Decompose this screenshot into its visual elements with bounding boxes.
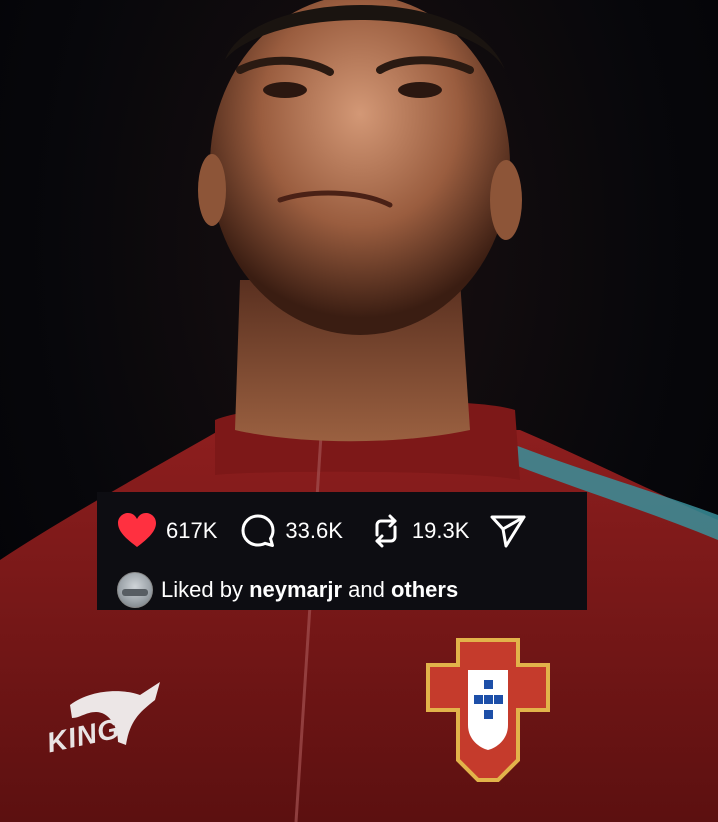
liked-by-row: Liked by neymarjr and others [97, 570, 587, 610]
avatar[interactable] [117, 572, 153, 608]
post-image: KING 617K 33.6K 19.3K Liked by neymarjr … [0, 0, 718, 822]
repost-button[interactable]: 19.3K [369, 492, 470, 570]
post-actions-bar: 617K 33.6K 19.3K Liked by neymarjr and o… [97, 492, 587, 610]
share-button[interactable] [489, 492, 527, 570]
send-icon [489, 513, 527, 549]
comment-button[interactable]: 33.6K [240, 492, 343, 570]
heart-icon [117, 513, 157, 549]
repost-icon [369, 513, 403, 549]
liked-by-user-link[interactable]: neymarjr [249, 577, 342, 603]
comment-bubble-icon [240, 513, 276, 549]
engagement-row: 617K 33.6K 19.3K [97, 492, 587, 570]
liked-by-joiner: and [342, 577, 391, 602]
comments-count: 33.6K [285, 518, 343, 543]
like-button[interactable]: 617K [117, 492, 217, 570]
likes-count: 617K [166, 518, 218, 543]
photo-illustration [0, 0, 718, 822]
reposts-count: 19.3K [411, 518, 470, 543]
liked-by-others-link[interactable]: others [391, 577, 458, 603]
liked-by-prefix: Liked by [161, 577, 250, 602]
